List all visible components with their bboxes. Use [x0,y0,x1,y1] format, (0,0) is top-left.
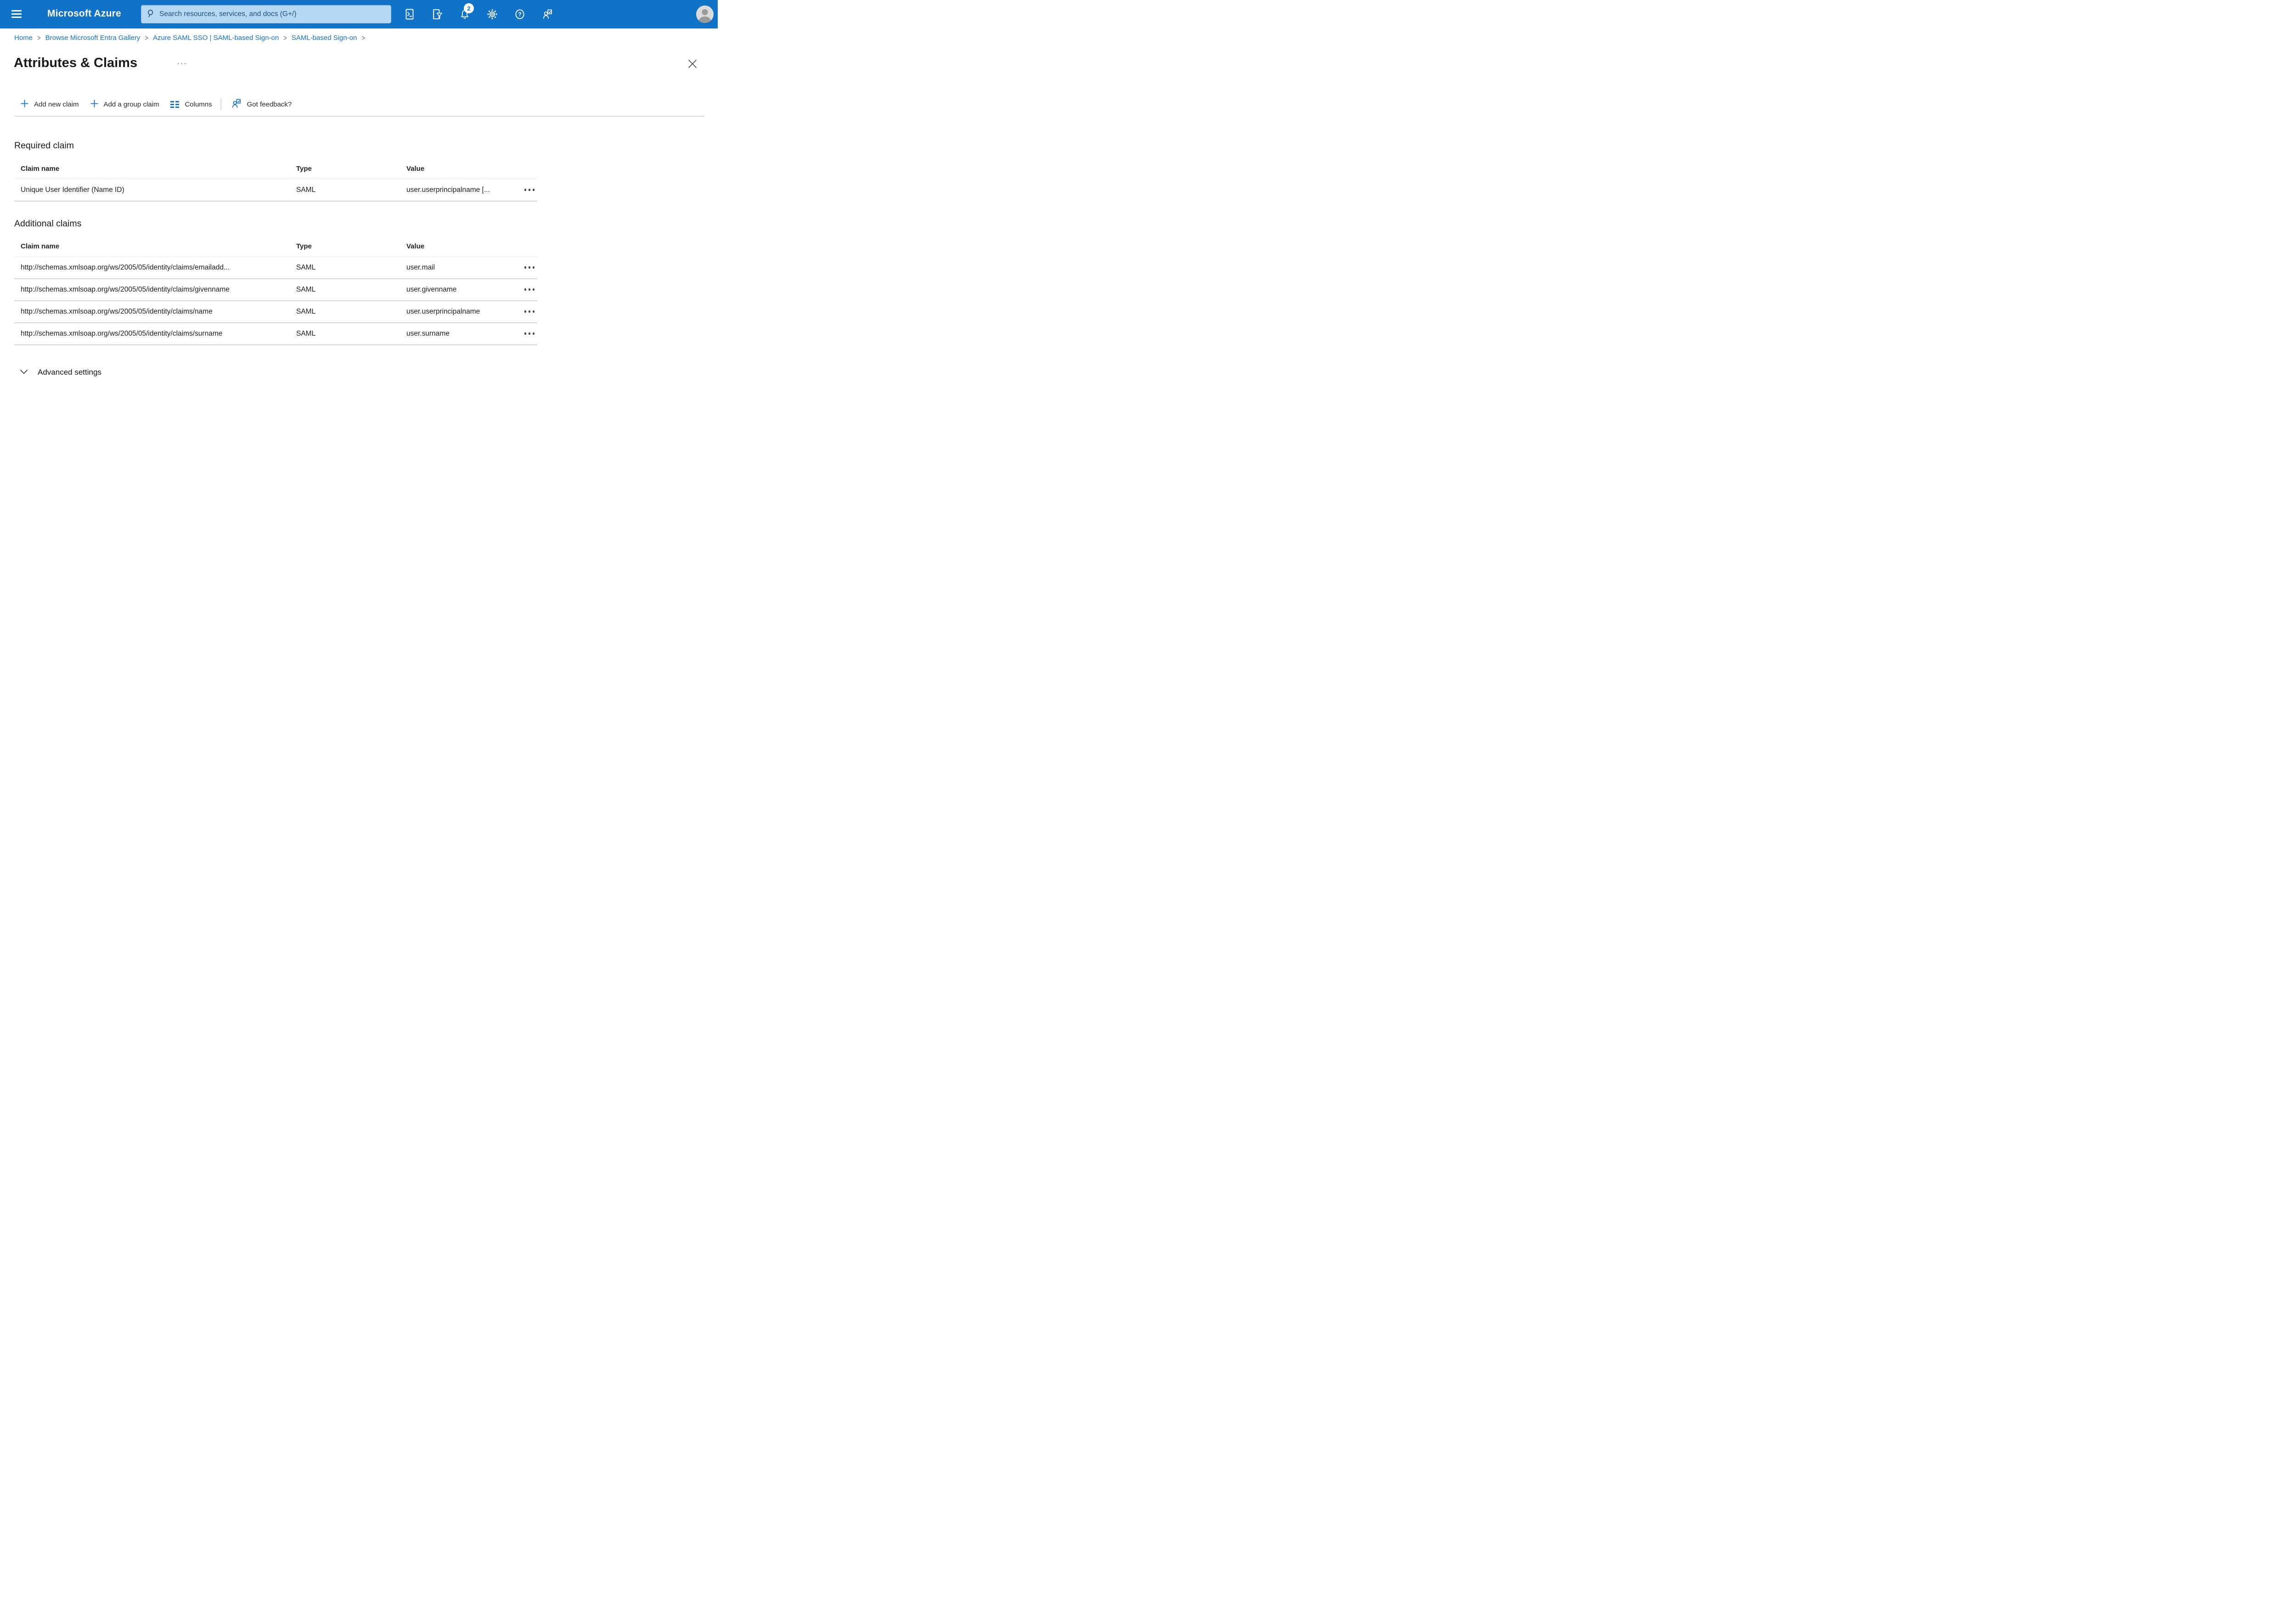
plus-icon [90,100,98,109]
hamburger-menu-icon[interactable] [11,10,22,18]
close-icon[interactable] [687,59,698,69]
plus-icon [21,100,28,109]
claim-value-cell: user.mail [406,263,435,271]
row-menu-button[interactable] [519,332,537,335]
column-header-value[interactable]: Value [406,242,519,250]
command-bar: Add new claim Add a group claim Columns [21,97,292,112]
notifications-bell-icon[interactable]: 2 [459,3,474,20]
claim-value-cell: user.userprincipalname [... [406,186,490,194]
breadcrumb-saml-based-sign-on[interactable]: SAML-based Sign-on [292,34,357,42]
claim-value-cell: user.surname [406,329,450,338]
search-input[interactable] [159,10,385,18]
avatar[interactable] [696,6,714,23]
feedback-icon[interactable] [542,9,553,20]
column-header-type[interactable]: Type [296,242,406,250]
claim-name-cell: http://schemas.xmlsoap.org/ws/2005/05/id… [21,307,213,315]
claim-type-cell: SAML [296,285,316,293]
row-menu-button[interactable] [519,189,537,191]
additional-claims-heading: Additional claims [14,219,82,229]
breadcrumb-separator: > [145,34,148,42]
add-new-claim-button[interactable]: Add new claim [21,100,79,109]
table-header: Claim name Type Value [14,236,537,257]
claim-name-cell: Unique User Identifier (Name ID) [21,186,124,194]
column-header-claim-name[interactable]: Claim name [14,242,296,250]
blade-context-menu-button[interactable]: ··· [177,59,187,68]
table-row[interactable]: Unique User Identifier (Name ID) SAML us… [14,179,537,202]
column-header-claim-name[interactable]: Claim name [14,165,296,173]
add-group-claim-button[interactable]: Add a group claim [90,100,159,109]
claim-type-cell: SAML [296,329,316,338]
page-title: Attributes & Claims [14,56,138,70]
chevron-down-icon [20,368,28,377]
got-feedback-button[interactable]: Got feedback? [231,98,292,111]
breadcrumb-entra-gallery[interactable]: Browse Microsoft Entra Gallery [45,34,141,42]
breadcrumb-separator: > [361,34,366,42]
columns-icon [170,101,180,108]
row-menu-button[interactable] [519,288,537,291]
table-row[interactable]: http://schemas.xmlsoap.org/ws/2005/05/id… [14,279,537,301]
topbar-icon-group: 2 ? [404,3,553,20]
claim-type-cell: SAML [296,186,316,194]
cloud-shell-icon[interactable] [404,9,415,20]
toolbar-rule [14,116,704,117]
required-claim-heading: Required claim [14,141,74,151]
table-row[interactable]: http://schemas.xmlsoap.org/ws/2005/05/id… [14,323,537,345]
columns-label: Columns [185,100,212,108]
svg-text:?: ? [518,11,522,17]
column-header-type[interactable]: Type [296,165,406,173]
advanced-settings-label: Advanced settings [38,368,101,377]
global-search [141,5,391,23]
breadcrumb-azure-saml-sso[interactable]: Azure SAML SSO | SAML-based Sign-on [153,34,279,42]
toolbar-divider [220,98,221,110]
azure-portal-screen: Microsoft Azure Search resources, servic… [0,0,718,402]
add-new-claim-label: Add new claim [34,100,79,108]
directory-filter-icon[interactable] [432,9,443,20]
search-icon [147,9,155,20]
claim-type-cell: SAML [296,263,316,271]
columns-button[interactable]: Columns [170,101,212,108]
column-header-value[interactable]: Value [406,165,519,173]
claim-value-cell: user.givenname [406,285,457,293]
help-icon[interactable]: ? [514,9,525,20]
notification-badge[interactable]: 2 [464,3,474,13]
claim-name-cell: http://schemas.xmlsoap.org/ws/2005/05/id… [21,285,230,293]
breadcrumb-separator: > [283,34,287,42]
claim-name-cell: http://schemas.xmlsoap.org/ws/2005/05/id… [21,329,223,338]
row-menu-button[interactable] [519,266,537,269]
additional-claims-table: Claim name Type Value http://schemas.xml… [14,236,537,345]
table-row[interactable]: http://schemas.xmlsoap.org/ws/2005/05/id… [14,301,537,323]
required-claim-table: Claim name Type Value Unique User Identi… [14,159,537,202]
settings-gear-icon[interactable] [487,9,498,20]
breadcrumb-home[interactable]: Home [14,34,33,42]
top-bar: Microsoft Azure Search resources, servic… [0,0,718,28]
add-group-claim-label: Add a group claim [103,100,159,108]
row-menu-button[interactable] [519,310,537,313]
feedback-icon [231,98,242,111]
table-row[interactable]: http://schemas.xmlsoap.org/ws/2005/05/id… [14,257,537,279]
claim-value-cell: user.userprincipalname [406,307,480,315]
breadcrumb-separator: > [37,34,41,42]
breadcrumb: Home > Browse Microsoft Entra Gallery > … [14,34,365,42]
claim-name-cell: http://schemas.xmlsoap.org/ws/2005/05/id… [21,263,230,271]
brand-title[interactable]: Microsoft Azure [47,8,121,19]
got-feedback-label: Got feedback? [247,100,292,108]
table-header: Claim name Type Value [14,159,537,179]
claim-type-cell: SAML [296,307,316,315]
advanced-settings-toggle[interactable]: Advanced settings [20,368,101,377]
